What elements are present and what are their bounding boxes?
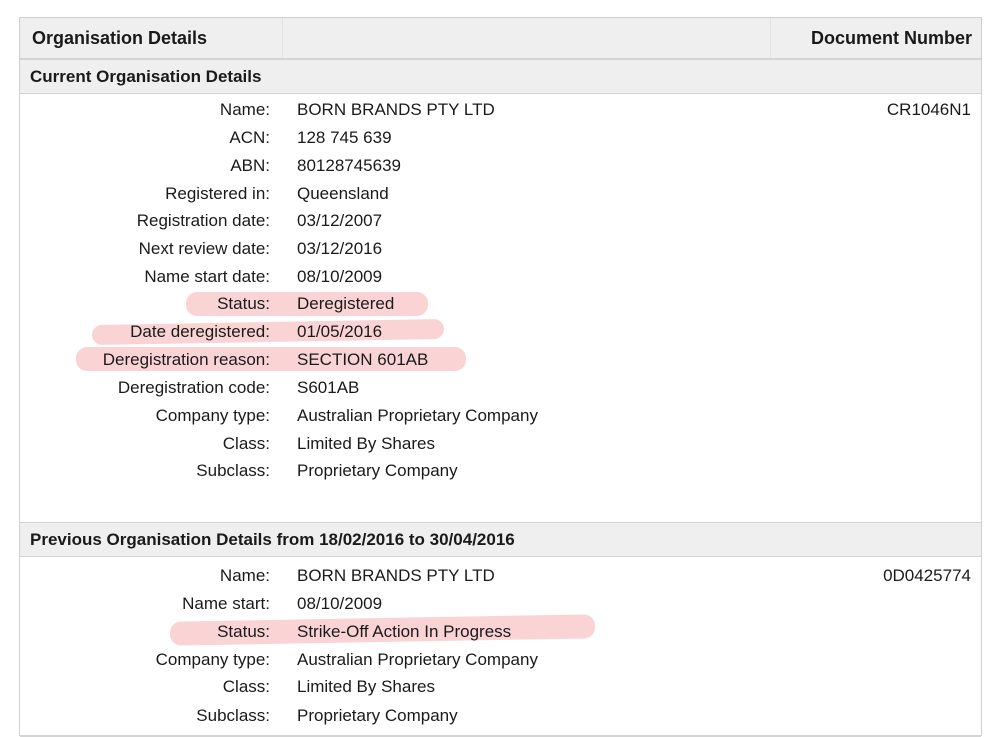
previous-field-row-name: Name: BORN BRANDS PTY LTD 0D0425774 bbox=[20, 562, 981, 589]
field-row-date-deregistered: Date deregistered: 01/05/2016 bbox=[20, 318, 981, 345]
field-label: Subclass: bbox=[196, 461, 270, 480]
field-label: Name: bbox=[219, 566, 270, 585]
field-value: Australian Proprietary Company bbox=[297, 406, 538, 425]
previous-field-row-subclass: Subclass: Proprietary Company bbox=[20, 702, 981, 729]
previous-field-row-company-type: Company type: Australian Proprietary Com… bbox=[20, 646, 981, 673]
field-label: Deregistration reason: bbox=[102, 350, 270, 369]
table-header: Organisation Details Document Number bbox=[20, 18, 981, 59]
current-section-title: Current Organisation Details bbox=[30, 67, 262, 86]
previous-field-row-status: Status: Strike-Off Action In Progress bbox=[20, 618, 981, 645]
previous-section-title: Previous Organisation Details from 18/02… bbox=[30, 530, 515, 549]
field-value: 08/10/2009 bbox=[297, 267, 383, 286]
field-value: 03/12/2007 bbox=[297, 211, 383, 230]
field-value: Strike-Off Action In Progress bbox=[297, 622, 512, 641]
field-label: Deregistration code: bbox=[117, 378, 270, 397]
field-label: Subclass: bbox=[196, 706, 270, 725]
document-number-header: Document Number bbox=[810, 28, 972, 48]
field-row-deregistration-code: Deregistration code: S601AB bbox=[20, 374, 981, 401]
field-label: Registration date: bbox=[136, 211, 270, 230]
field-label: Name: bbox=[219, 100, 270, 119]
field-value: Proprietary Company bbox=[297, 706, 458, 725]
field-row-registered-in: Registered in: Queensland bbox=[20, 180, 981, 207]
field-row-company-type: Company type: Australian Proprietary Com… bbox=[20, 402, 981, 429]
field-label: Status: bbox=[217, 294, 270, 313]
field-row-status: Status: Deregistered bbox=[20, 290, 981, 317]
field-label: Company type: bbox=[155, 406, 270, 425]
field-value: 80128745639 bbox=[297, 156, 402, 175]
field-row-acn: ACN: 128 745 639 bbox=[20, 124, 981, 151]
field-row-next-review-date: Next review date: 03/12/2016 bbox=[20, 235, 981, 262]
previous-section-header: Previous Organisation Details from 18/02… bbox=[20, 522, 981, 557]
field-label: Name start date: bbox=[144, 267, 270, 286]
field-value: 03/12/2016 bbox=[297, 239, 383, 258]
field-label: Company type: bbox=[155, 650, 270, 669]
field-row-class: Class: Limited By Shares bbox=[20, 430, 981, 457]
field-row-registration-date: Registration date: 03/12/2007 bbox=[20, 207, 981, 234]
field-row-deregistration-reason: Deregistration reason: SECTION 601AB bbox=[20, 346, 981, 373]
field-label: Date deregistered: bbox=[130, 322, 270, 341]
field-label: Class: bbox=[222, 434, 270, 453]
field-value: Queensland bbox=[297, 184, 389, 203]
organisation-details-panel: Organisation Details Document Number Cur… bbox=[19, 17, 982, 737]
field-value: SECTION 601AB bbox=[297, 350, 429, 369]
field-label: Class: bbox=[222, 677, 270, 696]
field-row-name-start-date: Name start date: 08/10/2009 bbox=[20, 263, 981, 290]
field-label: Name start: bbox=[182, 594, 270, 613]
field-label: ABN: bbox=[230, 156, 270, 175]
field-value: BORN BRANDS PTY LTD bbox=[297, 100, 495, 119]
field-value: Australian Proprietary Company bbox=[297, 650, 538, 669]
field-label: Status: bbox=[217, 622, 270, 641]
field-value: S601AB bbox=[297, 378, 360, 397]
field-value: 08/10/2009 bbox=[297, 594, 383, 613]
field-row-subclass: Subclass: Proprietary Company bbox=[20, 457, 981, 484]
current-document-number: CR1046N1 bbox=[886, 100, 971, 119]
previous-document-number: 0D0425774 bbox=[883, 566, 971, 585]
field-value: BORN BRANDS PTY LTD bbox=[297, 566, 495, 585]
field-value: Limited By Shares bbox=[297, 677, 435, 696]
field-label: ACN: bbox=[229, 128, 270, 147]
previous-field-row-name-start: Name start: 08/10/2009 bbox=[20, 590, 981, 617]
field-label: Registered in: bbox=[165, 184, 270, 203]
field-row-name: Name: BORN BRANDS PTY LTD CR1046N1 bbox=[20, 96, 981, 123]
field-row-abn: ABN: 80128745639 bbox=[20, 152, 981, 179]
field-value: 01/05/2016 bbox=[297, 322, 383, 341]
organisation-details-header: Organisation Details bbox=[32, 28, 208, 48]
field-value: Limited By Shares bbox=[297, 434, 435, 453]
field-value: Deregistered bbox=[297, 294, 395, 313]
current-section-header: Current Organisation Details bbox=[20, 59, 981, 94]
previous-field-row-class: Class: Limited By Shares bbox=[20, 673, 981, 700]
field-label: Next review date: bbox=[138, 239, 270, 258]
field-value: Proprietary Company bbox=[297, 461, 458, 480]
field-value: 128 745 639 bbox=[297, 128, 392, 147]
